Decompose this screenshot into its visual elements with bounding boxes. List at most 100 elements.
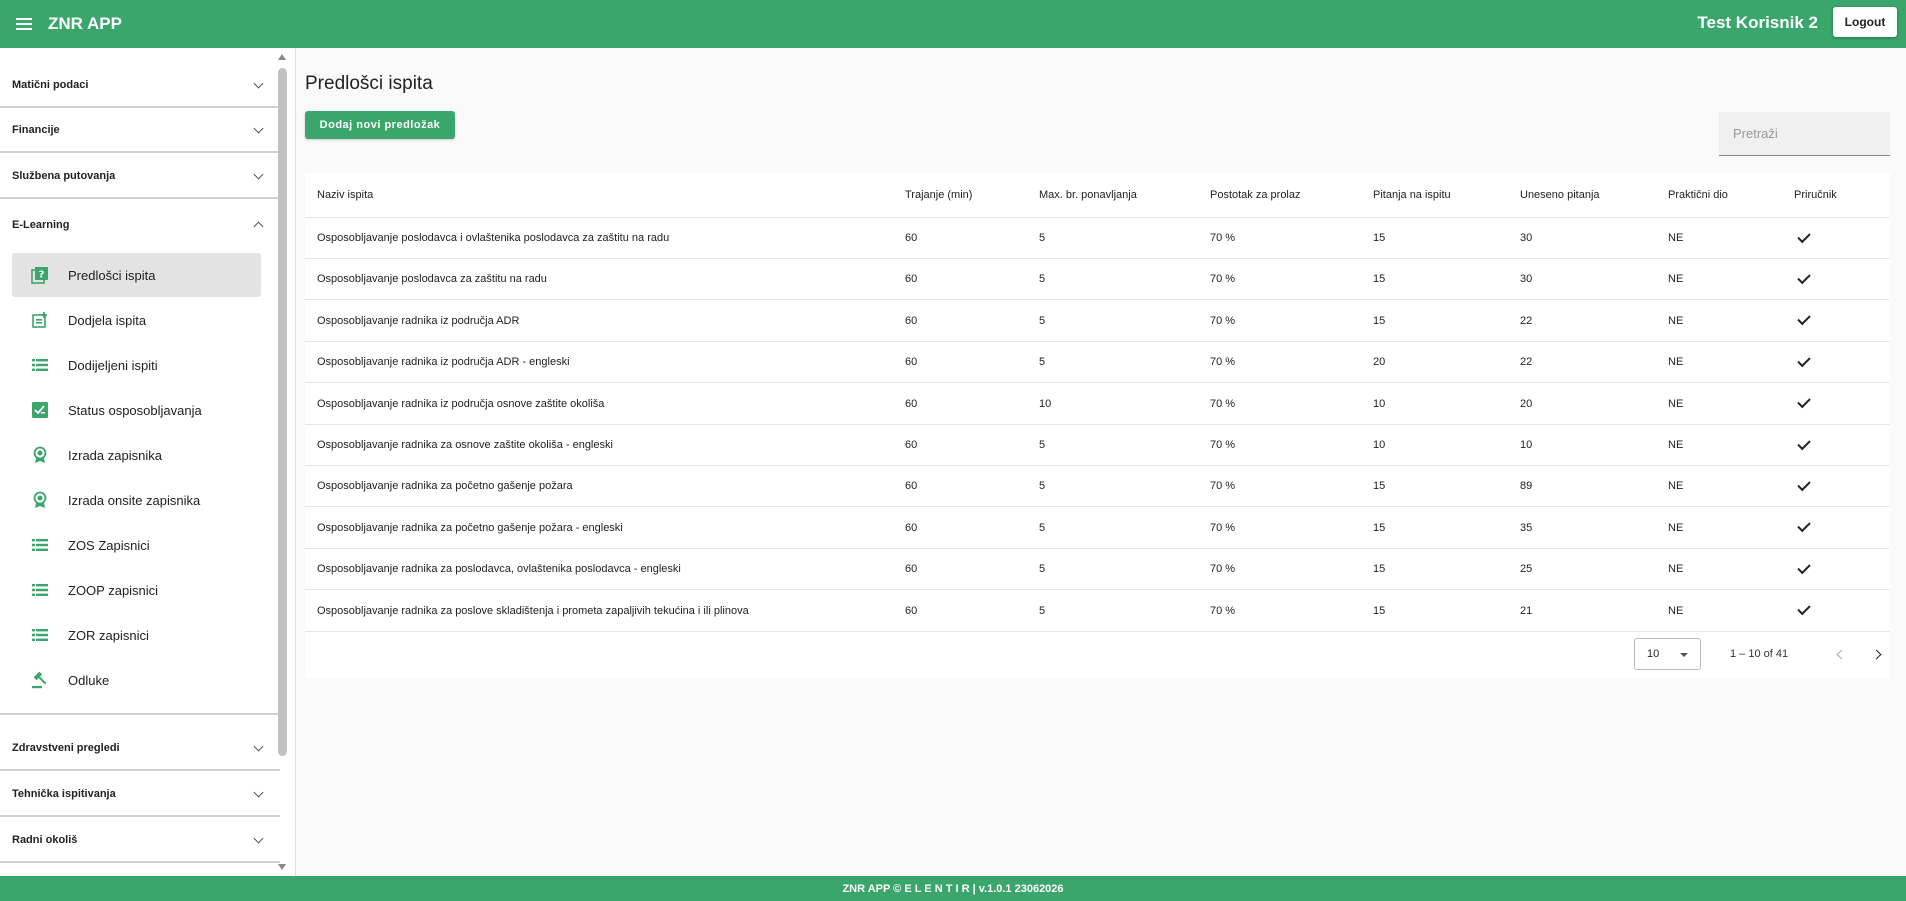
cell-postotak: 70 % xyxy=(1210,521,1236,534)
cell-postotak: 70 % xyxy=(1210,397,1236,410)
column-header-prakticni-dio[interactable]: Praktični dio xyxy=(1668,173,1728,217)
column-header-pitanja-na-ispitu[interactable]: Pitanja na ispitu xyxy=(1373,173,1451,217)
scroll-down-arrow-icon[interactable] xyxy=(278,864,286,870)
cell-trajanje: 60 xyxy=(905,480,918,493)
column-header-max-ponavljanja[interactable]: Max. br. ponavljanja xyxy=(1039,173,1137,217)
table-row[interactable]: Osposobljavanje radnika za početno gašen… xyxy=(305,466,1890,508)
cell-prirucnik xyxy=(1797,508,1811,548)
check-icon xyxy=(1797,519,1811,533)
cell-prirucnik xyxy=(1797,425,1811,465)
page-size-select[interactable]: 10 xyxy=(1634,638,1701,670)
cell-max-ponavljanja: 5 xyxy=(1039,314,1046,327)
chevron-down-icon xyxy=(253,123,264,134)
column-header-prirucnik[interactable]: Priručnik xyxy=(1794,173,1837,217)
table-row[interactable]: Osposobljavanje radnika iz područja osno… xyxy=(305,384,1890,425)
table-row[interactable]: Osposobljavanje radnika za poslodavca, o… xyxy=(305,549,1890,591)
sidebar-section-financije[interactable]: Financije xyxy=(0,109,280,153)
cell-naziv: Osposobljavanje radnika za poslodavca, o… xyxy=(317,563,681,576)
sidebar-item-label: Odluke xyxy=(68,672,110,688)
sidebar-section-e-learning[interactable]: E-Learning xyxy=(0,203,280,247)
cell-postotak: 70 % xyxy=(1210,604,1236,617)
cell-pitanja: 15 xyxy=(1373,604,1386,617)
list-icon xyxy=(12,628,68,642)
table-row[interactable]: Osposobljavanje radnika za osnove zaštit… xyxy=(305,425,1890,466)
cell-prakticni: NE xyxy=(1668,356,1684,369)
chevron-up-icon xyxy=(253,221,264,232)
cell-naziv: Osposobljavanje radnika za poslove sklad… xyxy=(317,604,749,617)
search-input[interactable] xyxy=(1719,112,1890,156)
sidebar-section-zdravstveni-pregledi[interactable]: Zdravstveni pregledi xyxy=(0,727,280,771)
main-content: Predlošci ispita Dodaj novi predložak Na… xyxy=(296,48,1906,876)
section-divider xyxy=(0,713,280,715)
cell-naziv: Osposobljavanje radnika iz područja osno… xyxy=(317,397,605,410)
check-icon xyxy=(1797,436,1811,450)
sidebar-item-odluke[interactable]: Odluke xyxy=(12,658,261,702)
cell-naziv: Osposobljavanje radnika za početno gašen… xyxy=(317,480,573,493)
sidebar-item-predlosci-ispita[interactable]: ? Predlošci ispita xyxy=(12,253,261,297)
gavel-icon xyxy=(12,671,68,689)
menu-button[interactable] xyxy=(0,0,48,48)
sidebar-item-status-osposobljavanja[interactable]: Status osposobljavanja xyxy=(12,388,261,432)
logout-button[interactable]: Logout xyxy=(1833,7,1897,37)
next-page-button[interactable] xyxy=(1869,645,1889,665)
sidebar-section-sluzbena-putovanja[interactable]: Službena putovanja xyxy=(0,155,280,199)
cell-uneseno: 30 xyxy=(1520,273,1533,286)
sidebar-section-tehnicka-ispitivanja[interactable]: Tehnička ispitivanja xyxy=(0,773,280,817)
column-header-naziv[interactable]: Naziv ispita xyxy=(317,173,373,217)
previous-page-button[interactable] xyxy=(1830,645,1850,665)
cell-postotak: 70 % xyxy=(1210,563,1236,576)
sidebar-item-label: ZOR zapisnici xyxy=(68,627,149,643)
dropdown-arrow-icon xyxy=(1680,653,1688,657)
cell-prakticni: NE xyxy=(1668,397,1684,410)
column-header-postotak[interactable]: Postotak za prolaz xyxy=(1210,173,1301,217)
sidebar-item-izrada-zapisnika[interactable]: Izrada zapisnika xyxy=(12,433,261,477)
list-icon xyxy=(12,358,68,372)
paginator: 10 1 – 10 of 41 xyxy=(305,632,1890,678)
table-row[interactable]: Osposobljavanje radnika za početno gašen… xyxy=(305,508,1890,549)
sidebar-section-maticni-podaci[interactable]: Matični podaci xyxy=(0,64,280,108)
table-row[interactable]: Osposobljavanje radnika iz područja ADR … xyxy=(305,342,1890,384)
cell-pitanja: 15 xyxy=(1373,232,1386,244)
sidebar-scrollbar[interactable] xyxy=(277,50,287,874)
table-row[interactable]: Osposobljavanje radnika iz područja ADR 6… xyxy=(305,301,1890,342)
add-template-button[interactable]: Dodaj novi predložak xyxy=(305,111,455,139)
sidebar-item-label: Dodjela ispita xyxy=(68,312,147,328)
cell-postotak: 70 % xyxy=(1210,356,1236,369)
sidebar-item-zoop-zapisnici[interactable]: ZOOP zapisnici xyxy=(12,568,261,612)
sidebar-item-dodijeljeni-ispiti[interactable]: Dodijeljeni ispiti xyxy=(12,343,261,387)
cell-prirucnik xyxy=(1797,384,1811,424)
cell-trajanje: 60 xyxy=(905,604,918,617)
sidebar-item-label: Status osposobljavanja xyxy=(68,402,202,418)
scrollbar-thumb[interactable] xyxy=(278,68,287,756)
cell-prakticni: NE xyxy=(1668,521,1684,534)
sidebar-item-zos-zapisnici[interactable]: ZOS Zapisnici xyxy=(12,523,261,567)
check-icon xyxy=(1797,601,1811,616)
cell-prakticni: NE xyxy=(1668,480,1684,493)
column-header-trajanje[interactable]: Trajanje (min) xyxy=(905,173,972,217)
chevron-right-icon xyxy=(1871,649,1882,660)
cell-prakticni: NE xyxy=(1668,439,1684,451)
scroll-up-arrow-icon[interactable] xyxy=(278,54,286,60)
cell-uneseno: 10 xyxy=(1520,439,1533,451)
cell-postotak: 70 % xyxy=(1210,273,1236,286)
svg-text:?: ? xyxy=(39,270,45,281)
quiz-icon: ? xyxy=(12,266,68,284)
sidebar-section-radni-okolis[interactable]: Radni okoliš xyxy=(0,819,280,863)
cell-naziv: Osposobljavanje radnika iz područja ADR … xyxy=(317,356,570,369)
section-label: E-Learning xyxy=(12,219,70,231)
templates-table: Naziv ispita Trajanje (min) Max. br. pon… xyxy=(305,173,1890,678)
column-header-uneseno-pitanja[interactable]: Uneseno pitanja xyxy=(1520,173,1600,217)
cell-max-ponavljanja: 10 xyxy=(1039,397,1052,410)
chevron-left-icon xyxy=(1836,649,1847,660)
cell-prakticni: NE xyxy=(1668,314,1684,327)
check-icon xyxy=(1797,229,1811,243)
sidebar-item-dodjela-ispita[interactable]: Dodjela ispita xyxy=(12,298,261,342)
table-row[interactable]: Osposobljavanje poslodavca i ovlaštenika… xyxy=(305,218,1890,259)
sidebar-item-zor-zapisnici[interactable]: ZOR zapisnici xyxy=(12,613,261,657)
cell-prirucnik xyxy=(1797,259,1811,299)
section-label: Službena putovanja xyxy=(12,170,116,182)
sidebar-item-izrada-onsite-zapisnika[interactable]: Izrada onsite zapisnika xyxy=(12,478,261,522)
table-row[interactable]: Osposobljavanje poslodavca za zaštitu na… xyxy=(305,259,1890,301)
table-row[interactable]: Osposobljavanje radnika za poslove sklad… xyxy=(305,591,1890,632)
cell-naziv: Osposobljavanje radnika za osnove zaštit… xyxy=(317,439,613,451)
